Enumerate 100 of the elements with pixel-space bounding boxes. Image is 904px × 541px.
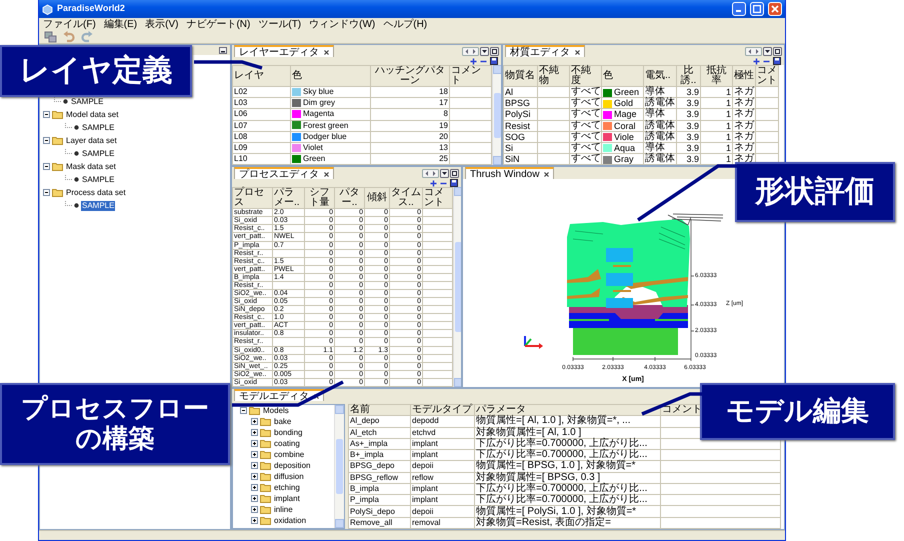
tree-item[interactable]: SAMPLE <box>81 148 116 158</box>
table-cell: 物質属性=[ Al, 1.0 ], 対象物質=*, ... <box>474 416 660 428</box>
tree-item[interactable]: inline <box>273 504 294 514</box>
tree-item[interactable]: SAMPLE <box>81 174 116 184</box>
tree-item[interactable]: etching <box>273 482 301 492</box>
expand-icon[interactable] <box>251 473 258 480</box>
close-icon[interactable] <box>575 50 580 55</box>
tree-item[interactable]: Mask data set <box>65 162 117 172</box>
navigation-arrows-icon[interactable] <box>745 46 762 56</box>
menu-item[interactable]: ファイル(F) <box>43 18 96 30</box>
menu-item[interactable]: ヘルプ(H) <box>383 18 428 30</box>
dropdown-icon[interactable] <box>763 46 772 56</box>
tree-item[interactable]: combine <box>273 450 306 460</box>
maximize-icon[interactable] <box>773 46 782 56</box>
plus-icon[interactable] <box>430 180 437 186</box>
color-name: Violet <box>303 142 323 152</box>
dropdown-icon[interactable] <box>480 46 489 56</box>
maximize-icon[interactable] <box>450 168 459 178</box>
collapse-icon[interactable] <box>43 137 50 144</box>
scrollbar[interactable] <box>334 405 344 528</box>
tree-item[interactable]: coating <box>273 438 301 448</box>
tree-item[interactable]: Layer data set <box>65 136 118 146</box>
expand-icon[interactable] <box>251 418 258 425</box>
table-cell: L09 <box>232 142 290 154</box>
color-name: Mage <box>614 109 637 120</box>
tree-item[interactable]: bake <box>273 416 292 426</box>
expand-icon[interactable] <box>251 517 258 524</box>
expand-icon[interactable] <box>251 440 258 447</box>
tab[interactable]: プロセスエディタ <box>234 167 334 179</box>
table-cell: ネガ <box>732 86 756 98</box>
close-icon[interactable] <box>544 172 550 177</box>
save-icon[interactable] <box>450 179 458 187</box>
stacked-windows-icon[interactable] <box>44 30 57 42</box>
column-header: 名前 <box>348 404 410 416</box>
tab[interactable]: レイヤーエディタ <box>234 45 334 57</box>
color-name: Dodger blue <box>303 132 347 141</box>
save-icon[interactable] <box>490 57 498 65</box>
folder-icon <box>260 417 271 426</box>
menu-item[interactable]: 編集(E) <box>104 18 138 30</box>
menu-item[interactable]: ナビゲート(N) <box>186 18 250 30</box>
table-cell: 3.9 <box>676 153 700 164</box>
folder-icon <box>52 188 63 197</box>
collapse-icon[interactable] <box>43 163 50 170</box>
color-name: Gray <box>614 154 634 164</box>
table-cell: Al <box>504 86 538 98</box>
minimize-icon[interactable] <box>219 46 227 54</box>
expand-icon[interactable] <box>251 484 258 491</box>
expand-icon[interactable] <box>251 429 258 436</box>
scrollbar[interactable] <box>453 187 461 387</box>
collapse-icon[interactable] <box>43 111 50 118</box>
table-cell: L10 <box>232 153 290 164</box>
table-cell: L02 <box>232 86 290 98</box>
close-icon[interactable] <box>314 394 319 399</box>
tree-item[interactable]: SAMPLE <box>81 122 116 132</box>
table-cell: 3.9 <box>676 131 700 142</box>
menu-item[interactable]: 表示(V) <box>145 18 178 30</box>
tree-item[interactable]: implant <box>273 494 301 504</box>
scrollbar[interactable] <box>492 65 501 165</box>
tree-item[interactable]: Model data set <box>65 110 120 120</box>
plus-icon[interactable] <box>470 58 477 64</box>
column-header: ハッチングパターン <box>370 66 450 87</box>
dropdown-icon[interactable] <box>440 168 449 178</box>
save-icon[interactable] <box>773 57 781 65</box>
close-icon[interactable] <box>324 50 329 55</box>
table-cell: 17 <box>370 98 450 109</box>
tree-item[interactable]: bonding <box>273 428 304 438</box>
tree-item[interactable]: deposition <box>273 460 312 470</box>
tree-item[interactable]: Process data set <box>65 188 127 198</box>
tree-item[interactable]: SAMPLE <box>70 96 104 106</box>
menu-item[interactable]: ウィンドウ(W) <box>309 18 376 30</box>
tree-item[interactable]: SAMPLE <box>81 200 116 210</box>
menu-item[interactable]: ツール(T) <box>258 18 302 30</box>
tab[interactable]: Thrush Window <box>465 167 554 179</box>
color-name: Forest green <box>303 120 348 130</box>
expand-icon[interactable] <box>251 506 258 513</box>
table-cell: Al_depo <box>348 416 410 428</box>
collapse-icon[interactable] <box>240 407 247 414</box>
tree-item[interactable]: diffusion <box>273 472 305 482</box>
collapse-icon[interactable] <box>43 189 50 196</box>
navigation-arrows-icon[interactable] <box>422 168 439 178</box>
minimize-button[interactable] <box>732 2 746 16</box>
close-button[interactable] <box>768 2 782 16</box>
expand-icon[interactable] <box>251 462 258 469</box>
maximize-button[interactable] <box>750 2 764 16</box>
folder-icon <box>260 483 271 492</box>
column-header: シフト量 <box>304 188 334 209</box>
navigation-arrows-icon[interactable] <box>462 46 479 56</box>
tree-item[interactable]: oxidation <box>273 516 308 526</box>
table-cell: 導体 <box>644 86 676 98</box>
tab[interactable]: 材質エディタ <box>505 45 585 57</box>
tree-item[interactable]: Models <box>262 406 290 416</box>
plus-icon[interactable] <box>753 58 760 64</box>
table-cell: 8 <box>370 108 450 120</box>
maximize-icon[interactable] <box>490 46 499 56</box>
tab[interactable]: モデルエディタ <box>234 389 324 401</box>
close-icon[interactable] <box>324 172 329 177</box>
folder-icon <box>260 516 271 525</box>
folder-icon <box>52 110 63 119</box>
expand-icon[interactable] <box>251 451 258 458</box>
expand-icon[interactable] <box>251 495 258 502</box>
